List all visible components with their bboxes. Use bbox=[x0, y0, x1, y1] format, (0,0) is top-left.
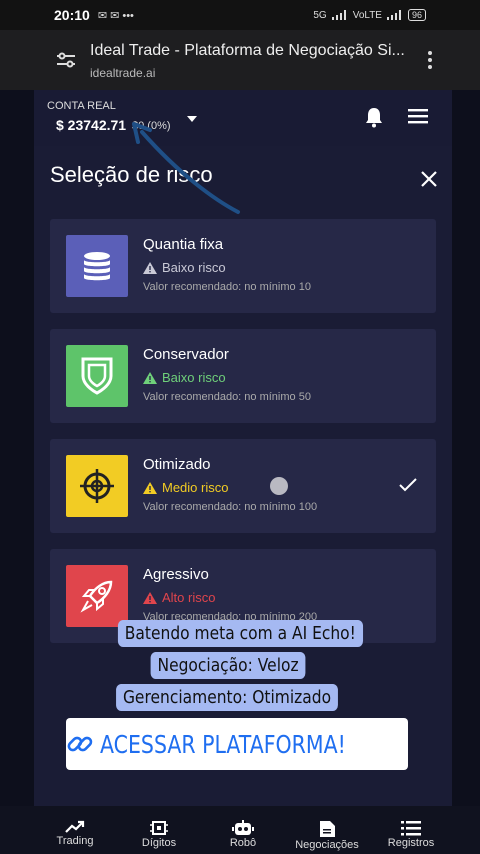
option-name: Quantia fixa bbox=[143, 236, 224, 253]
robot-icon bbox=[232, 820, 254, 835]
nav-digitos[interactable]: Dígitos bbox=[114, 806, 204, 849]
nav-label: Dígitos bbox=[141, 837, 177, 849]
nav-negociacoes[interactable]: Negociações bbox=[282, 806, 372, 851]
coins-stack-icon bbox=[66, 235, 128, 297]
risk-option-otimizado[interactable]: Otimizado Medio risco Valor recomendado:… bbox=[50, 439, 436, 533]
risk-option-conservador[interactable]: Conservador Baixo risco Valor recomendad… bbox=[50, 329, 436, 423]
option-name: Agressivo bbox=[143, 566, 209, 583]
balance-delta: $0 (0%) bbox=[132, 120, 171, 132]
account-type-label: CONTA REAL bbox=[47, 100, 116, 112]
option-recommended: Valor recomendado: no mínimo 100 bbox=[143, 501, 318, 513]
option-name: Otimizado bbox=[143, 456, 211, 473]
option-name: Conservador bbox=[143, 346, 229, 363]
account-balance[interactable]: $ 23742.71 bbox=[56, 117, 126, 133]
option-risk-label: Baixo risco bbox=[162, 370, 226, 385]
page-url[interactable]: idealtrade.ai bbox=[90, 66, 155, 80]
nav-label: Registros bbox=[387, 837, 435, 849]
option-risk: Baixo risco bbox=[143, 260, 226, 275]
option-risk-label: Baixo risco bbox=[162, 260, 226, 275]
nav-label: Negociações bbox=[295, 839, 359, 851]
risk-option-quantia-fixa[interactable]: Quantia fixa Baixo risco Valor recomenda… bbox=[50, 219, 436, 313]
hamburger-menu-icon[interactable] bbox=[408, 108, 428, 124]
network-sub: VoLTE bbox=[352, 9, 382, 21]
chart-trend-icon bbox=[65, 820, 85, 833]
touch-indicator bbox=[270, 477, 288, 495]
list-icon bbox=[401, 821, 421, 836]
browser-bar: Ideal Trade - Plataforma de Negociação S… bbox=[0, 30, 480, 90]
browser-menu-icon[interactable] bbox=[422, 48, 438, 72]
network-type: 5G bbox=[313, 9, 327, 21]
bottom-navigation: Trading Dígitos Robô Negociações Registr… bbox=[0, 806, 480, 854]
cta-label: ACESSAR PLATAFORMA! bbox=[99, 729, 346, 759]
option-recommended: Valor recomendado: no mínimo 10 bbox=[143, 281, 311, 293]
site-settings-icon[interactable] bbox=[55, 50, 77, 70]
warning-icon bbox=[143, 481, 157, 494]
shield-icon bbox=[66, 345, 128, 407]
notification-icons: ✉ ✉ ••• bbox=[97, 9, 134, 22]
warning-icon bbox=[143, 371, 157, 384]
modal-title: Seleção de risco bbox=[50, 162, 213, 187]
account-header: CONTA REAL $ 23742.71 $0 (0%) bbox=[34, 90, 452, 146]
status-right: 5G VoLTE 96 bbox=[313, 9, 426, 21]
crosshair-icon bbox=[66, 455, 128, 517]
story-caption-1: Batendo meta com a AI Echo! bbox=[117, 620, 363, 647]
warning-icon bbox=[143, 591, 157, 604]
access-platform-link[interactable]: ACESSAR PLATAFORMA! bbox=[66, 718, 408, 770]
nav-registros[interactable]: Registros bbox=[366, 806, 456, 849]
nav-robo[interactable]: Robô bbox=[198, 806, 288, 849]
option-risk: Medio risco bbox=[143, 480, 228, 495]
story-caption-2: Negociação: Veloz bbox=[150, 652, 306, 679]
option-recommended: Valor recomendado: no mínimo 50 bbox=[143, 391, 311, 403]
bell-icon[interactable] bbox=[364, 106, 384, 128]
signal-icon bbox=[331, 10, 346, 20]
close-icon[interactable] bbox=[420, 170, 438, 188]
option-risk-label: Medio risco bbox=[162, 480, 229, 495]
page-title: Ideal Trade - Plataforma de Negociação S… bbox=[90, 42, 405, 59]
option-risk-label: Alto risco bbox=[162, 590, 216, 605]
nav-trading[interactable]: Trading bbox=[30, 806, 120, 847]
document-icon bbox=[320, 821, 335, 837]
nav-label: Trading bbox=[56, 835, 94, 847]
status-time: 20:10 bbox=[54, 7, 90, 23]
nav-label: Robô bbox=[229, 837, 257, 849]
chevron-down-icon[interactable] bbox=[186, 114, 198, 124]
battery-icon: 96 bbox=[407, 9, 426, 21]
status-bar: 20:10 ✉ ✉ ••• 5G VoLTE 96 bbox=[0, 0, 480, 30]
chip-icon bbox=[150, 821, 168, 835]
option-risk: Alto risco bbox=[143, 590, 215, 605]
rocket-icon bbox=[66, 565, 128, 627]
signal-icon-2 bbox=[386, 10, 401, 20]
story-caption-3: Gerenciamento: Otimizado bbox=[116, 684, 338, 711]
checkmark-icon bbox=[399, 478, 417, 492]
link-icon bbox=[67, 736, 93, 752]
warning-icon bbox=[143, 261, 157, 274]
option-risk: Baixo risco bbox=[143, 370, 226, 385]
